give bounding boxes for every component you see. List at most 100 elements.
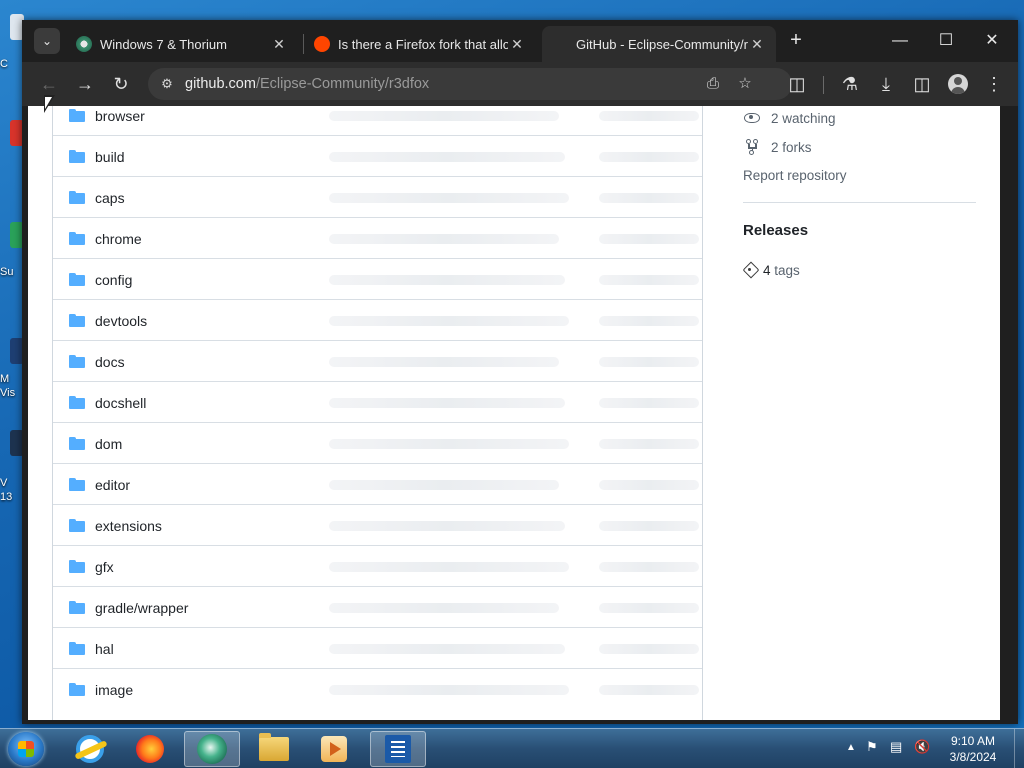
- loading-placeholder: [599, 275, 699, 285]
- install-app-icon[interactable]: ⎙: [702, 74, 724, 94]
- desktop-icon-label: V 13: [0, 477, 13, 503]
- puzzle-icon: ◫: [788, 74, 806, 94]
- file-name-link[interactable]: gfx: [95, 559, 114, 575]
- file-row[interactable]: config: [53, 258, 702, 299]
- eye-icon: [743, 110, 761, 126]
- folder-icon: [69, 437, 85, 450]
- folder-icon: [69, 355, 85, 368]
- releases-heading[interactable]: Releases: [743, 222, 808, 239]
- system-clock[interactable]: 9:10 AM 3/8/2024: [938, 733, 1008, 765]
- forward-button[interactable]: →: [72, 72, 98, 96]
- network-icon[interactable]: ▤: [890, 739, 902, 755]
- file-name-link[interactable]: build: [95, 149, 125, 165]
- site-info-icon[interactable]: ⚙: [158, 75, 176, 93]
- file-name-link[interactable]: chrome: [95, 231, 142, 247]
- file-name-link[interactable]: docshell: [95, 395, 146, 411]
- file-row[interactable]: docshell: [53, 381, 702, 422]
- maximize-button[interactable]: ☐: [926, 28, 966, 54]
- downloads-button[interactable]: ⤓: [873, 72, 899, 96]
- tab-search-button[interactable]: ⌄: [34, 28, 60, 54]
- menu-button[interactable]: ⋮: [981, 72, 1007, 96]
- loading-placeholder: [599, 111, 699, 121]
- taskbar-app-wordpad[interactable]: [370, 731, 426, 767]
- loading-placeholder: [329, 603, 559, 613]
- start-button[interactable]: [8, 732, 44, 766]
- file-row[interactable]: extensions: [53, 504, 702, 545]
- minimize-button[interactable]: —: [880, 28, 920, 54]
- file-name-link[interactable]: extensions: [95, 518, 162, 534]
- back-button[interactable]: ←: [36, 72, 62, 96]
- tags-label: tags: [774, 262, 800, 278]
- profile-avatar[interactable]: [948, 74, 968, 94]
- taskbar-app-firefox[interactable]: [122, 731, 178, 767]
- volume-muted-icon[interactable]: 🔇: [914, 739, 930, 755]
- side-panel-icon: ◫: [913, 74, 931, 94]
- loading-placeholder: [329, 644, 565, 654]
- report-repository-link[interactable]: Report repository: [743, 168, 847, 183]
- browser-toolbar: ← → ↻ ⚙ github.com/Eclipse-Community/r3d…: [22, 62, 1018, 106]
- close-window-button[interactable]: ✕: [972, 28, 1012, 54]
- close-icon[interactable]: ✕: [508, 36, 526, 53]
- file-row[interactable]: editor: [53, 463, 702, 504]
- file-row[interactable]: hal: [53, 627, 702, 668]
- new-tab-button[interactable]: +: [786, 30, 806, 50]
- bookmark-star-icon[interactable]: ☆: [734, 74, 756, 94]
- loading-placeholder: [599, 398, 699, 408]
- file-row[interactable]: browser: [53, 106, 702, 135]
- file-row[interactable]: gfx: [53, 545, 702, 586]
- folder-icon: [69, 396, 85, 409]
- file-row[interactable]: devtools: [53, 299, 702, 340]
- loading-placeholder: [329, 234, 559, 244]
- address-bar[interactable]: ⚙ github.com/Eclipse-Community/r3dfox ⎙ …: [148, 68, 792, 100]
- tab-windows7-thorium[interactable]: Windows 7 & Thorium ✕: [66, 26, 298, 62]
- file-row[interactable]: build: [53, 135, 702, 176]
- loading-placeholder: [599, 685, 699, 695]
- loading-placeholder: [329, 152, 565, 162]
- file-row[interactable]: image: [53, 668, 702, 709]
- close-icon[interactable]: ✕: [270, 36, 288, 53]
- file-row[interactable]: caps: [53, 176, 702, 217]
- file-name-link[interactable]: devtools: [95, 313, 147, 329]
- tab-github[interactable]: GitHub - Eclipse-Community/r ✕: [542, 26, 776, 62]
- clock-date: 3/8/2024: [949, 750, 997, 764]
- file-name-link[interactable]: docs: [95, 354, 125, 370]
- extensions-button[interactable]: ◫: [784, 72, 810, 96]
- file-row[interactable]: chrome: [53, 217, 702, 258]
- loading-placeholder: [329, 193, 569, 203]
- file-name-link[interactable]: dom: [95, 436, 122, 452]
- file-row[interactable]: gradle/wrapper: [53, 586, 702, 627]
- taskbar-app-internet-explorer[interactable]: [62, 731, 118, 767]
- side-panel-button[interactable]: ◫: [909, 72, 935, 96]
- file-name-link[interactable]: editor: [95, 477, 130, 493]
- reload-button[interactable]: ↻: [108, 72, 134, 96]
- close-icon[interactable]: ✕: [748, 36, 766, 53]
- file-name-link[interactable]: browser: [95, 108, 145, 124]
- show-hidden-icons[interactable]: ▲: [846, 742, 856, 753]
- file-name-link[interactable]: gradle/wrapper: [95, 600, 188, 616]
- tab-firefox-fork[interactable]: Is there a Firefox fork that allo ✕: [304, 26, 536, 62]
- loading-placeholder: [329, 398, 565, 408]
- media-player-icon: [321, 736, 347, 762]
- tags-link[interactable]: 4 tags: [742, 261, 800, 279]
- show-desktop-button[interactable]: [1014, 729, 1024, 768]
- folder-icon: [69, 601, 85, 614]
- file-name-link[interactable]: image: [95, 682, 133, 698]
- taskbar-app-explorer[interactable]: [246, 731, 302, 767]
- file-row[interactable]: dom: [53, 422, 702, 463]
- watching-link[interactable]: 2 watching: [743, 110, 836, 126]
- file-name-link[interactable]: hal: [95, 641, 114, 657]
- loading-placeholder: [599, 562, 699, 572]
- labs-button[interactable]: ⚗: [837, 72, 863, 96]
- file-name-link[interactable]: caps: [95, 190, 125, 206]
- loading-placeholder: [599, 603, 699, 613]
- loading-placeholder: [599, 644, 699, 654]
- loading-placeholder: [329, 357, 559, 367]
- tab-title: Windows 7 & Thorium: [100, 36, 227, 52]
- file-row[interactable]: docs: [53, 340, 702, 381]
- forks-link[interactable]: 2 forks: [743, 139, 812, 155]
- file-name-link[interactable]: config: [95, 272, 132, 288]
- url-text[interactable]: github.com/Eclipse-Community/r3dfox: [185, 76, 429, 92]
- taskbar-app-media-player[interactable]: [306, 731, 362, 767]
- taskbar-app-thorium[interactable]: [184, 731, 240, 767]
- action-center-flag-icon[interactable]: ⚑: [866, 739, 878, 755]
